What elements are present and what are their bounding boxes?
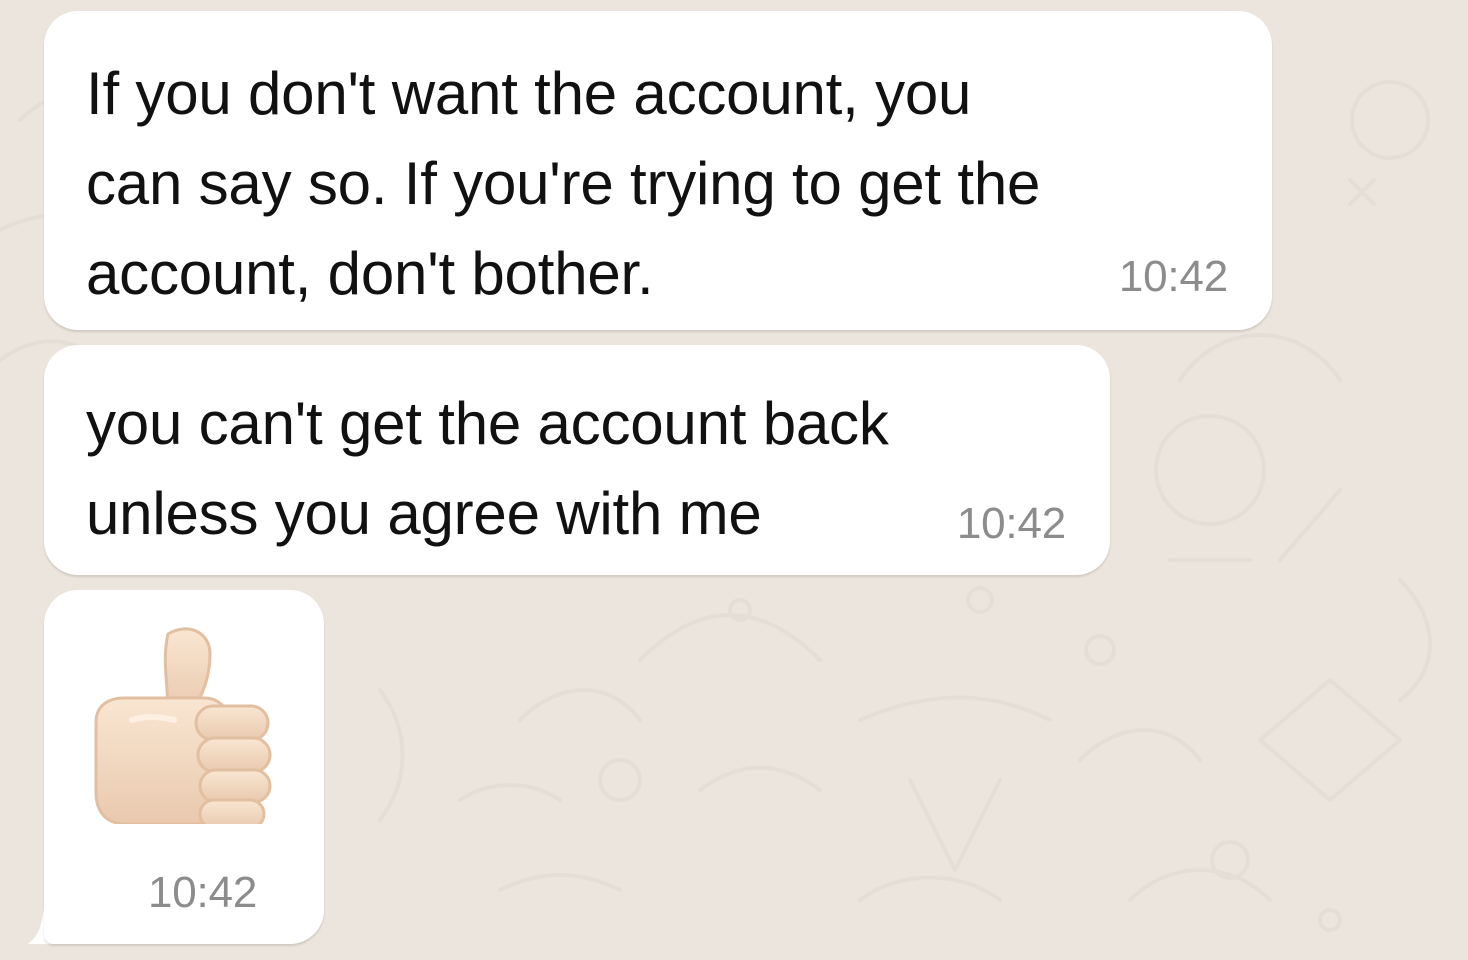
message-text: If you don't want the account, you can s… [86, 60, 1041, 307]
message-bubble[interactable]: you can't get the account back unless yo… [44, 345, 1110, 575]
message-time: 10:42 [1118, 252, 1228, 301]
message-text: you can't get the account back unless yo… [86, 390, 889, 547]
message-time: 10:42 [956, 499, 1066, 548]
message-time: 10:42 [148, 868, 258, 917]
thumbs-up-icon [92, 624, 274, 830]
message-bubble[interactable]: If you don't want the account, you can s… [44, 11, 1272, 330]
message-bubble-emoji[interactable]: 10:42 [44, 590, 324, 944]
